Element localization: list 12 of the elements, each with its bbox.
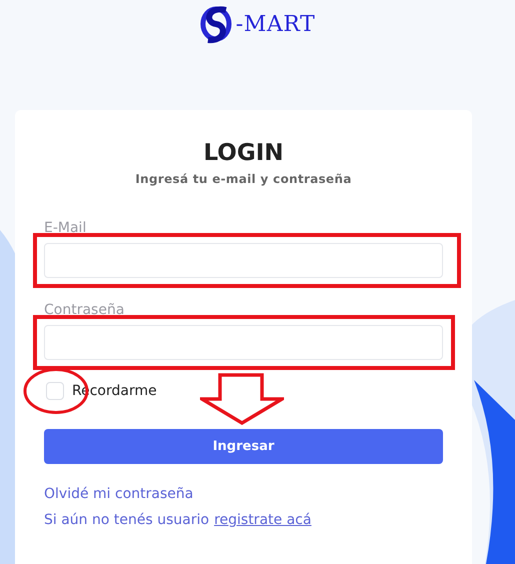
forgot-password-link[interactable]: Olvidé mi contraseña	[44, 484, 194, 505]
register-prompt: Si aún no tenés usuario	[44, 511, 210, 530]
login-button[interactable]: Ingresar	[44, 429, 443, 464]
logo-text: -MART	[236, 10, 316, 38]
field-label: E-Mail	[44, 219, 88, 238]
input-field[interactable]	[44, 325, 443, 360]
field-label: Contraseña	[44, 301, 126, 320]
input-field[interactable]	[44, 243, 443, 278]
remember-checkbox[interactable]	[46, 382, 64, 400]
register-link[interactable]: registrate acá	[214, 510, 312, 531]
login-subtitle: Ingresá tu e-mail y contraseña	[135, 171, 352, 188]
login-title: LOGIN	[203, 139, 284, 168]
